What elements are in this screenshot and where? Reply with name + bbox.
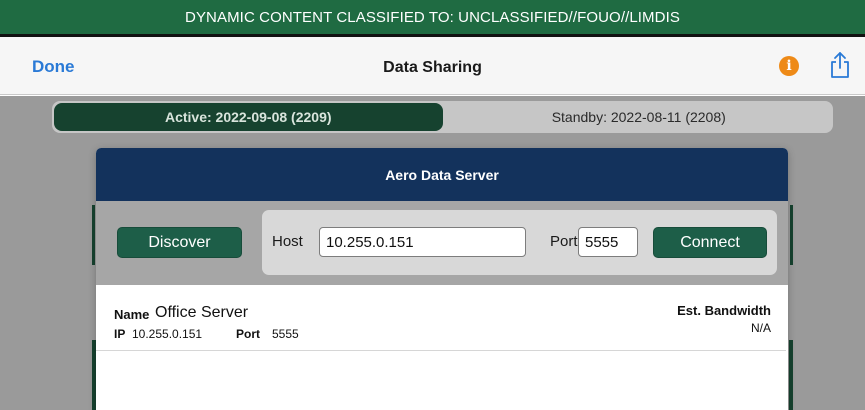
navigation-bar: Done Data Sharing i (0, 37, 865, 95)
bandwidth-label: Est. Bandwidth (677, 303, 771, 318)
background-panel-fragment (92, 205, 95, 265)
classification-text: DYNAMIC CONTENT CLASSIFIED TO: UNCLASSIF… (185, 8, 680, 26)
modal-title: Aero Data Server (385, 166, 499, 183)
modal-header: Aero Data Server (96, 148, 788, 201)
server-name: Office Server (155, 304, 249, 321)
segment-active[interactable]: Active: 2022-09-08 (2209) (54, 103, 443, 131)
aero-data-server-modal: Aero Data Server Discover Host 10.255.0.… (96, 148, 788, 410)
bandwidth-value: N/A (750, 321, 771, 335)
server-port-label: Port (236, 327, 260, 341)
server-ip: 10.255.0.151 (132, 327, 203, 341)
segment-active-label: Active: 2022-09-08 (2209) (164, 109, 332, 125)
host-input-value: 10.255.0.151 (326, 233, 414, 251)
connect-button[interactable]: Connect (653, 227, 767, 258)
host-input[interactable]: 10.255.0.151 (319, 227, 526, 257)
server-ip-label: IP (114, 327, 126, 341)
server-list-item[interactable]: Name Office Server IP 10.255.0.151 Port … (96, 285, 786, 351)
share-icon[interactable] (829, 51, 851, 79)
background-panel-fragment (789, 340, 793, 410)
background-panel-fragment (790, 205, 793, 265)
port-input-value: 5555 (585, 233, 619, 251)
segment-standby-label: Standby: 2022-08-11 (2208) (551, 109, 726, 125)
connect-panel: Host 10.255.0.151 Port 5555 Connect (262, 210, 777, 275)
server-name-label: Name (114, 307, 150, 322)
host-label: Host (272, 233, 303, 250)
data-version-segmented-control: Active: 2022-09-08 (2209) Standby: 2022-… (52, 101, 833, 133)
done-button[interactable]: Done (32, 57, 75, 77)
server-port: 5555 (272, 327, 299, 341)
connection-toolbar: Discover Host 10.255.0.151 Port 5555 Con… (96, 201, 788, 285)
discover-button[interactable]: Discover (117, 227, 242, 258)
classification-banner: DYNAMIC CONTENT CLASSIFIED TO: UNCLASSIF… (0, 0, 865, 34)
port-label: Port (550, 233, 578, 250)
info-icon[interactable]: i (779, 56, 799, 76)
port-input[interactable]: 5555 (578, 227, 638, 257)
segment-standby[interactable]: Standby: 2022-08-11 (2208) (445, 101, 834, 133)
page-title: Data Sharing (383, 59, 482, 76)
